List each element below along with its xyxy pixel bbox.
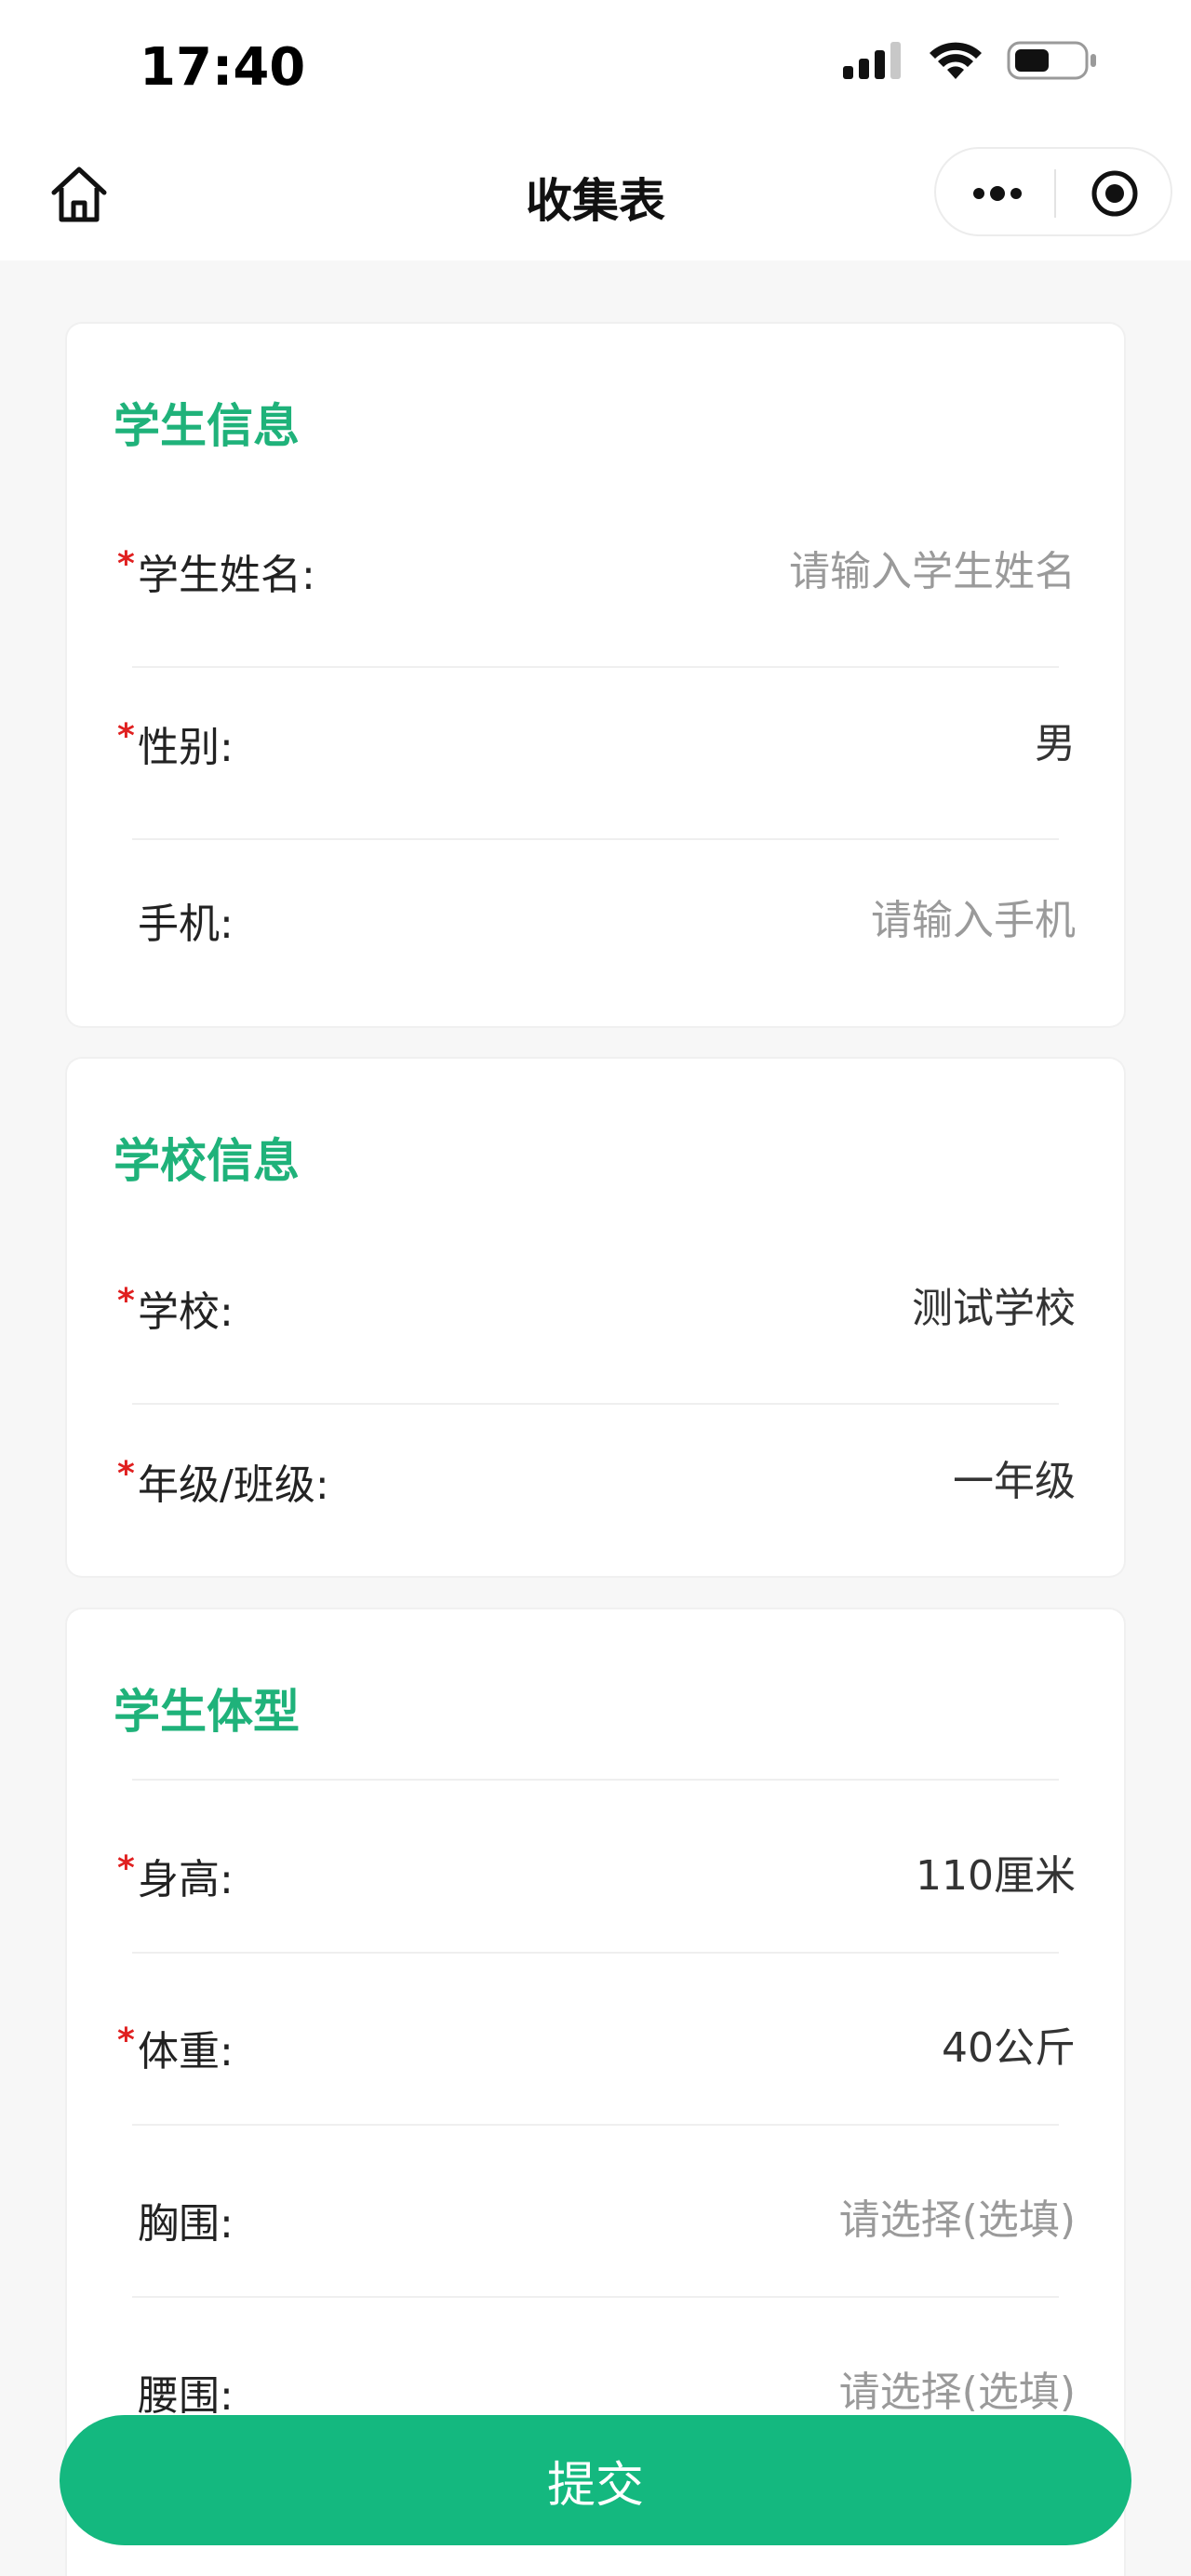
wifi-icon [930,42,982,79]
mini-program-capsule [934,147,1172,236]
weight-select[interactable]: 40公斤 [942,2014,1076,2074]
phone-label: 手机: [138,901,234,948]
student-name-label: 学生姓名: [138,552,315,599]
target-circle-icon[interactable] [1089,167,1141,220]
gender-row[interactable]: * 性别: 男 [67,654,1124,825]
chest-label: 胸围: [138,2200,234,2248]
chest-row[interactable]: 胸围: 请选择(选填) [67,2130,1124,2302]
height-row[interactable]: * 身高: 110厘米 [67,1786,1124,1957]
weight-label: 体重: [138,2028,234,2075]
waist-label: 腰围: [138,2372,234,2420]
gender-label: 性别: [138,724,234,771]
status-bar: 17:40 [0,0,1191,130]
waist-select[interactable]: 请选择(选填) [839,2358,1076,2418]
school-info-card: 学校信息 * 学校: 测试学校 * 年级/班级: 一年级 [67,1059,1124,1576]
phone-row[interactable]: 手机: 请输入手机 [67,831,1124,1002]
body-shape-title: 学生体型 [114,1685,300,1739]
row-divider [132,2296,1059,2298]
grade-class-label: 年级/班级: [138,1462,329,1509]
required-mark: * [117,717,135,755]
status-icons [841,39,1098,82]
required-mark: * [117,1455,135,1493]
height-select[interactable]: 110厘米 [916,1842,1076,1902]
cellular-signal-icon [843,42,901,79]
required-mark: * [117,1282,135,1320]
school-info-title: 学校信息 [114,1134,300,1188]
student-name-row[interactable]: * 学生姓名: 请输入学生姓名 [67,482,1124,653]
form-page: 17:40 收集表 学生信息 * 学生姓名: 请输入学生姓名 * 性别: 男 手… [0,0,1191,2576]
student-name-input[interactable]: 请输入学生姓名 [789,538,1076,597]
phone-input[interactable]: 请输入手机 [871,887,1076,946]
weight-row[interactable]: * 体重: 40公斤 [67,1958,1124,2129]
more-dots-icon[interactable] [970,175,1025,212]
required-mark: * [117,2022,135,2060]
required-mark: * [117,1849,135,1888]
student-info-card: 学生信息 * 学生姓名: 请输入学生姓名 * 性别: 男 手机: 请输入手机 [67,324,1124,1026]
chest-select[interactable]: 请选择(选填) [839,2186,1076,2246]
row-divider [132,1779,1059,1781]
status-time: 17:40 [140,37,306,98]
height-label: 身高: [138,1856,234,1903]
school-label: 学校: [138,1288,234,1336]
school-select[interactable]: 测试学校 [912,1275,1076,1334]
gender-select[interactable]: 男 [1035,710,1076,769]
row-divider [132,1952,1059,1954]
grade-class-row[interactable]: * 年级/班级: 一年级 [67,1392,1124,1563]
capsule-divider [1054,169,1056,218]
grade-class-select[interactable]: 一年级 [953,1448,1076,1507]
nav-bar: 收集表 [0,130,1191,260]
school-row[interactable]: * 学校: 测试学校 [67,1219,1124,1390]
battery-icon [1007,41,1096,80]
student-info-title: 学生信息 [114,399,300,453]
required-mark: * [117,545,135,583]
submit-button[interactable]: 提交 [60,2415,1131,2545]
row-divider [132,2124,1059,2126]
